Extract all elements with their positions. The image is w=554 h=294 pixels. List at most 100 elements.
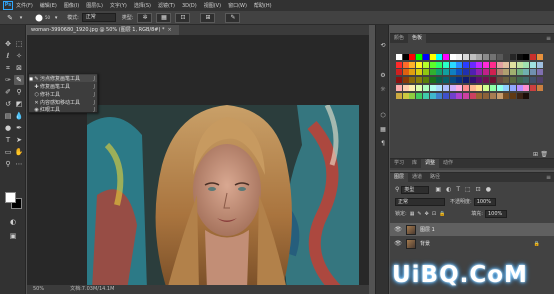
color-swatch[interactable] — [402, 92, 409, 99]
history-panel-icon[interactable]: ⟲ — [378, 41, 388, 51]
color-swatch[interactable] — [483, 84, 490, 91]
color-swatch[interactable] — [489, 77, 496, 84]
color-swatch[interactable] — [536, 77, 543, 84]
color-swatch[interactable] — [469, 54, 476, 60]
lasso-tool-icon[interactable]: ℓ — [3, 51, 13, 61]
color-swatch[interactable] — [476, 54, 483, 60]
color-swatch[interactable] — [422, 54, 429, 60]
color-swatch[interactable] — [536, 84, 543, 91]
color-swatch[interactable] — [456, 69, 463, 76]
color-swatch[interactable] — [476, 77, 483, 84]
paragraph-panel-icon[interactable]: ¶ — [378, 139, 388, 149]
color-swatch[interactable] — [416, 84, 423, 91]
color-swatch[interactable] — [396, 84, 402, 91]
color-swatch[interactable] — [476, 92, 483, 99]
color-swatch[interactable] — [416, 61, 423, 68]
content-aware-button[interactable]: ✲ — [137, 12, 153, 23]
dodge-tool-icon[interactable]: ● — [3, 123, 13, 133]
color-swatch[interactable] — [463, 54, 469, 60]
color-swatch[interactable] — [416, 77, 423, 84]
tab-paths[interactable]: 路径 — [426, 173, 444, 182]
menu-3d[interactable]: 3D(D) — [182, 3, 197, 9]
color-swatch[interactable] — [456, 61, 463, 68]
color-swatch[interactable] — [463, 92, 469, 99]
brush-preset-picker[interactable] — [34, 13, 44, 23]
gradient-tool-icon[interactable]: ▤ — [3, 111, 13, 121]
tab-layers[interactable]: 图层 — [390, 173, 409, 182]
color-swatch[interactable] — [503, 61, 510, 68]
color-swatch[interactable] — [509, 84, 516, 91]
color-swatch[interactable] — [442, 84, 449, 91]
adjustments-panel-icon[interactable]: ☼ — [378, 85, 388, 95]
color-swatch[interactable] — [463, 84, 469, 91]
canvas-image[interactable] — [87, 105, 359, 290]
screen-mode-icon[interactable]: ▣ — [8, 231, 18, 241]
color-swatch[interactable] — [503, 84, 510, 91]
color-swatch[interactable] — [496, 61, 503, 68]
color-swatch[interactable] — [429, 61, 436, 68]
menu-image[interactable]: 图像(I) — [64, 2, 79, 9]
color-swatch[interactable] — [483, 92, 490, 99]
create-texture-button[interactable]: ▦ — [156, 12, 172, 23]
layer-row[interactable]: 👁 图层 1 — [390, 223, 554, 236]
color-swatch[interactable] — [449, 69, 456, 76]
color-swatch[interactable] — [429, 69, 436, 76]
fill-input[interactable]: 100% — [484, 209, 507, 218]
history-brush-tool-icon[interactable]: ↺ — [3, 99, 13, 109]
menu-edit[interactable]: 编辑(E) — [40, 2, 57, 9]
color-swatch[interactable] — [496, 92, 503, 99]
color-swatch[interactable] — [523, 77, 530, 84]
blend-mode-select[interactable]: 正常 — [395, 197, 445, 206]
lock-artboard-icon[interactable]: ⊡ — [432, 211, 436, 217]
crop-tool-icon[interactable]: ⌗ — [3, 63, 13, 73]
color-swatch[interactable] — [449, 84, 456, 91]
color-swatch[interactable] — [402, 77, 409, 84]
color-swatch[interactable] — [509, 61, 516, 68]
color-swatch[interactable] — [503, 54, 510, 60]
tab-learn[interactable]: 学习 — [390, 159, 408, 168]
color-swatch[interactable] — [396, 69, 402, 76]
shape-filter-icon[interactable]: ⬚ — [465, 186, 471, 193]
menu-help[interactable]: 帮助(H) — [254, 2, 272, 9]
rectangle-tool-icon[interactable]: ▭ — [3, 147, 13, 157]
proximity-match-button[interactable]: ⊡ — [175, 12, 191, 23]
clone-stamp-tool-icon[interactable]: ⚲ — [14, 87, 24, 97]
color-swatch[interactable] — [436, 61, 443, 68]
pressure-size-button[interactable]: ✎ — [225, 12, 241, 23]
type-tool-icon[interactable]: T — [3, 135, 13, 145]
color-swatch[interactable] — [409, 92, 416, 99]
color-swatch[interactable] — [503, 69, 510, 76]
menu-file[interactable]: 文件(F) — [16, 2, 33, 9]
magic-wand-tool-icon[interactable]: ✧ — [14, 51, 24, 61]
color-swatch[interactable] — [536, 69, 543, 76]
spot-healing-brush-icon[interactable]: ✎ — [5, 13, 15, 23]
color-swatch[interactable] — [436, 69, 443, 76]
color-swatch[interactable] — [530, 61, 536, 68]
color-swatch[interactable] — [469, 77, 476, 84]
flyout-item-red-eye[interactable]: ◉ 红眼工具 J — [29, 106, 97, 114]
marquee-tool-icon[interactable]: ⬚ — [14, 39, 24, 49]
color-swatch[interactable] — [476, 69, 483, 76]
color-swatch[interactable] — [489, 54, 496, 60]
color-swatch[interactable] — [422, 92, 429, 99]
mode-select[interactable]: 正常 — [81, 13, 116, 22]
tab-swatches[interactable]: 色板 — [408, 34, 427, 43]
color-swatch[interactable] — [530, 84, 536, 91]
blur-tool-icon[interactable]: 💧 — [14, 111, 24, 121]
zoom-level[interactable]: 50% — [33, 285, 44, 294]
color-swatch[interactable] — [429, 84, 436, 91]
color-swatch[interactable] — [396, 61, 402, 68]
color-swatch[interactable] — [496, 77, 503, 84]
color-swatch[interactable] — [483, 69, 490, 76]
color-swatch[interactable] — [496, 69, 503, 76]
color-swatch[interactable] — [489, 92, 496, 99]
color-swatch[interactable] — [442, 61, 449, 68]
eyedropper-tool-icon[interactable]: ✑ — [3, 75, 13, 85]
color-swatch[interactable] — [436, 92, 443, 99]
color-swatch[interactable] — [456, 54, 463, 60]
color-swatch[interactable] — [442, 54, 449, 60]
color-swatch[interactable] — [483, 61, 490, 68]
close-icon[interactable]: × — [168, 27, 172, 33]
color-swatch[interactable] — [503, 77, 510, 84]
color-swatch[interactable] — [530, 69, 536, 76]
